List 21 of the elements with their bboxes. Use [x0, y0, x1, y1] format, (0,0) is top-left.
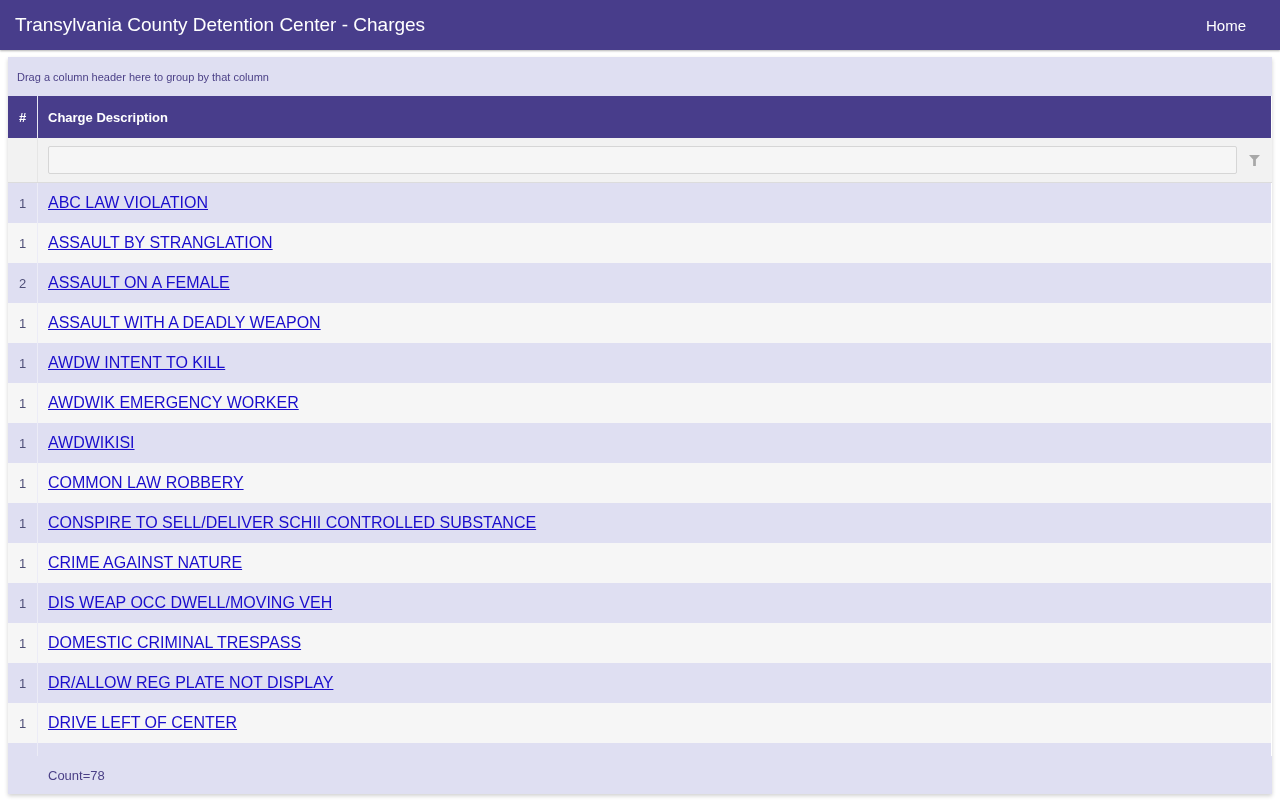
page-title: Transylvania County Detention Center - Charges — [15, 14, 426, 36]
charge-link[interactable]: CONSPIRE TO SELL/DELIVER SCHII CONTROLLED SUBSTANCE — [48, 514, 537, 532]
record-count: Count=78 — [48, 767, 105, 783]
nav-link[interactable]: Home — [1206, 16, 1246, 34]
charge-link[interactable]: ABC LAW VIOLATION — [48, 194, 209, 212]
column-header[interactable]: Charge Description — [38, 96, 1271, 138]
filter-icon[interactable] — [1249, 154, 1260, 166]
charge-link[interactable]: DOMESTIC CRIMINAL TRESPASS — [48, 634, 302, 652]
charge-link[interactable]: DR/ALLOW REG PLATE NOT DISPLAY — [48, 674, 334, 692]
group-panel-hint: Drag a column header here to group by that column — [17, 70, 269, 83]
charge-link[interactable]: CRIME AGAINST NATURE — [48, 554, 243, 572]
charge-link[interactable]: ASSAULT BY STRANGLATION — [48, 234, 273, 252]
charge-link[interactable]: AWDWIKISI — [48, 434, 135, 452]
charge-link[interactable]: ASSAULT WITH A DEADLY WEAPON — [48, 314, 321, 332]
filter-input[interactable] — [48, 146, 1237, 174]
charge-link[interactable]: DIS WEAP OCC DWELL/MOVING VEH — [48, 594, 333, 612]
charge-link[interactable]: AWDW INTENT TO KILL — [48, 354, 226, 372]
charge-link[interactable]: AWDWIK EMERGENCY WORKER — [48, 394, 299, 412]
charge-link[interactable]: DRIVE LEFT OF CENTER — [48, 714, 238, 732]
charge-link[interactable]: COMMON LAW ROBBERY — [48, 474, 244, 492]
charge-link[interactable]: ASSAULT ON A FEMALE — [48, 274, 230, 292]
